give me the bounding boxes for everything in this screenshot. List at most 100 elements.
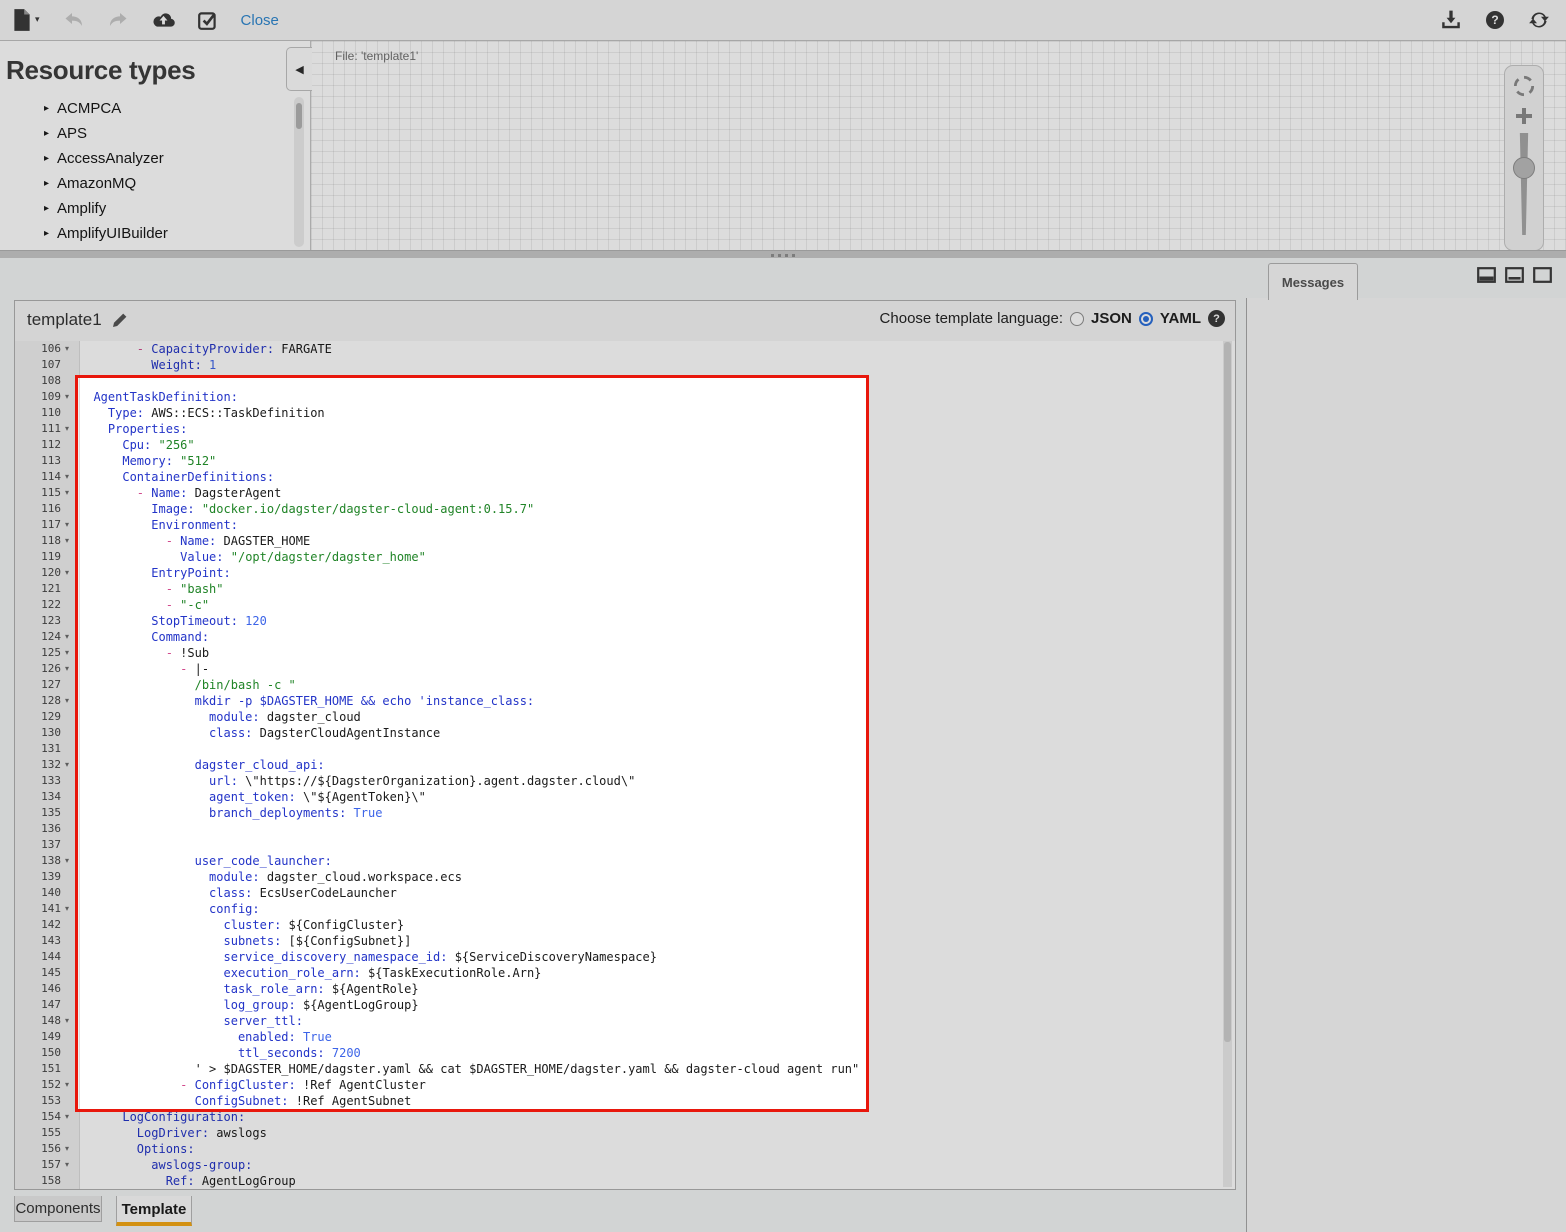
code-line: 118▾ - Name: DAGSTER_HOME <box>15 533 1235 549</box>
code-line: 152▾ - ConfigCluster: !Ref AgentCluster <box>15 1077 1235 1093</box>
close-link[interactable]: Close <box>241 12 279 29</box>
help-icon[interactable]: ? <box>1486 11 1504 29</box>
editor-scrollbar-handle[interactable] <box>1224 342 1231 1042</box>
radio-json[interactable] <box>1070 312 1084 326</box>
line-number: 121 <box>15 581 61 597</box>
line-number: 113 <box>15 453 61 469</box>
line-number: 118 <box>15 533 61 549</box>
code-line: 154▾ LogConfiguration: <box>15 1109 1235 1125</box>
line-number: 131 <box>15 741 61 757</box>
label-json[interactable]: JSON <box>1091 310 1132 327</box>
collapse-panel-button[interactable]: ◀ <box>286 47 312 91</box>
zoom-in-icon[interactable] <box>1513 105 1535 127</box>
code-line: 146 task_role_arn: ${AgentRole} <box>15 981 1235 997</box>
line-number: 117 <box>15 517 61 533</box>
code-line: 147 log_group: ${AgentLogGroup} <box>15 997 1235 1013</box>
line-number: 116 <box>15 501 61 517</box>
undo-icon[interactable] <box>62 10 88 30</box>
line-number: 108 <box>15 373 61 389</box>
palette-scrollbar[interactable] <box>294 97 304 247</box>
line-number: 106 <box>15 341 61 357</box>
code-line: 113 Memory: "512" <box>15 453 1235 469</box>
fold-toggle-icon[interactable]: ▾ <box>65 693 78 709</box>
code-line: 137 <box>15 837 1235 853</box>
code-line: 128▾ mkdir -p $DAGSTER_HOME && echo 'ins… <box>15 693 1235 709</box>
line-number: 145 <box>15 965 61 981</box>
fold-toggle-icon[interactable]: ▾ <box>65 341 78 357</box>
validate-template-icon[interactable] <box>197 9 219 31</box>
zoom-slider-handle[interactable] <box>1513 157 1535 179</box>
fold-toggle-icon[interactable]: ▾ <box>65 1109 78 1125</box>
line-number: 127 <box>15 677 61 693</box>
code-line: 106▾ - CapacityProvider: FARGATE <box>15 341 1235 357</box>
fold-toggle-icon[interactable]: ▾ <box>65 757 78 773</box>
new-document-icon[interactable]: ▾ <box>12 8 40 32</box>
radio-yaml[interactable] <box>1139 312 1153 326</box>
fold-toggle-icon[interactable]: ▾ <box>65 389 78 405</box>
code-line: 123 StopTimeout: 120 <box>15 613 1235 629</box>
fold-toggle-icon[interactable]: ▾ <box>65 517 78 533</box>
code-line: 129 module: dagster_cloud <box>15 709 1235 725</box>
expand-arrow-icon: ▸ <box>44 228 49 239</box>
code-line: 148▾ server_ttl: <box>15 1013 1235 1029</box>
zoom-slider <box>1505 127 1543 250</box>
editor-scrollbar[interactable] <box>1223 341 1232 1187</box>
line-number: 109 <box>15 389 61 405</box>
label-yaml[interactable]: YAML <box>1160 310 1201 327</box>
designer-workspace: Resource types ▸ACMPCA▸APS▸AccessAnalyze… <box>0 41 1566 250</box>
download-icon[interactable] <box>1440 9 1462 31</box>
resource-type-item[interactable]: ▸AccessAnalyzer <box>0 146 310 171</box>
line-number: 157 <box>15 1157 61 1173</box>
cloudformation-designer: ▾ Close ? Resource types ▸ACMPCA▸A <box>0 0 1566 1232</box>
messages-body <box>1246 298 1566 1232</box>
code-editor[interactable]: 106▾ - CapacityProvider: FARGATE107 Weig… <box>15 341 1235 1189</box>
language-help-icon[interactable]: ? <box>1208 310 1225 327</box>
fold-toggle-icon[interactable]: ▾ <box>65 645 78 661</box>
design-canvas[interactable]: ◀ File: 'template1' <box>311 41 1566 250</box>
tab-components[interactable]: Components <box>14 1196 102 1222</box>
line-number: 147 <box>15 997 61 1013</box>
code-line: 151 ' > $DAGSTER_HOME/dagster.yaml && ca… <box>15 1061 1235 1077</box>
fold-toggle-icon[interactable]: ▾ <box>65 565 78 581</box>
fold-toggle-icon[interactable]: ▾ <box>65 1013 78 1029</box>
line-number: 158 <box>15 1173 61 1189</box>
palette-scrollbar-handle[interactable] <box>296 103 302 129</box>
fold-toggle-icon[interactable]: ▾ <box>65 901 78 917</box>
fold-toggle-icon[interactable]: ▾ <box>65 485 78 501</box>
panel-maximize-icon[interactable] <box>1477 267 1496 283</box>
rename-template-icon[interactable] <box>112 312 128 328</box>
code-line: 135 branch_deployments: True <box>15 805 1235 821</box>
tab-template[interactable]: Template <box>116 1196 192 1226</box>
resource-type-item[interactable]: ▸AmazonMQ <box>0 171 310 196</box>
resource-type-item[interactable]: ▸ACMPCA <box>0 96 310 121</box>
redo-icon[interactable] <box>104 10 130 30</box>
fold-toggle-icon[interactable]: ▾ <box>65 421 78 437</box>
fold-toggle-icon[interactable]: ▾ <box>65 469 78 485</box>
resource-type-item[interactable]: ▸Amplify <box>0 196 310 221</box>
code-line: 119 Value: "/opt/dagster/dagster_home" <box>15 549 1235 565</box>
refresh-icon[interactable] <box>1528 9 1550 31</box>
panel-hide-icon[interactable] <box>1533 267 1552 283</box>
line-number: 150 <box>15 1045 61 1061</box>
panel-split-icon[interactable] <box>1505 267 1524 283</box>
fold-toggle-icon[interactable]: ▾ <box>65 1141 78 1157</box>
resource-type-item[interactable]: ▸AmplifyUIBuilder <box>0 221 310 246</box>
fold-toggle-icon[interactable]: ▾ <box>65 661 78 677</box>
expand-arrow-icon: ▸ <box>44 178 49 189</box>
fold-toggle-icon[interactable]: ▾ <box>65 533 78 549</box>
tab-messages[interactable]: Messages <box>1268 263 1358 300</box>
fold-toggle-icon[interactable]: ▾ <box>65 853 78 869</box>
fit-to-window-icon[interactable] <box>1511 73 1537 99</box>
line-number: 123 <box>15 613 61 629</box>
fold-toggle-icon[interactable]: ▾ <box>65 1157 78 1173</box>
fold-toggle-icon[interactable]: ▾ <box>65 1077 78 1093</box>
resource-type-item[interactable]: ▸APS <box>0 121 310 146</box>
upload-cloud-icon[interactable] <box>150 9 177 31</box>
line-number: 110 <box>15 405 61 421</box>
code-line: 122 - "-c" <box>15 597 1235 613</box>
zoom-slider-track[interactable] <box>1518 133 1531 235</box>
line-number: 143 <box>15 933 61 949</box>
code-line: 145 execution_role_arn: ${TaskExecutionR… <box>15 965 1235 981</box>
code-line: 141▾ config: <box>15 901 1235 917</box>
fold-toggle-icon[interactable]: ▾ <box>65 629 78 645</box>
